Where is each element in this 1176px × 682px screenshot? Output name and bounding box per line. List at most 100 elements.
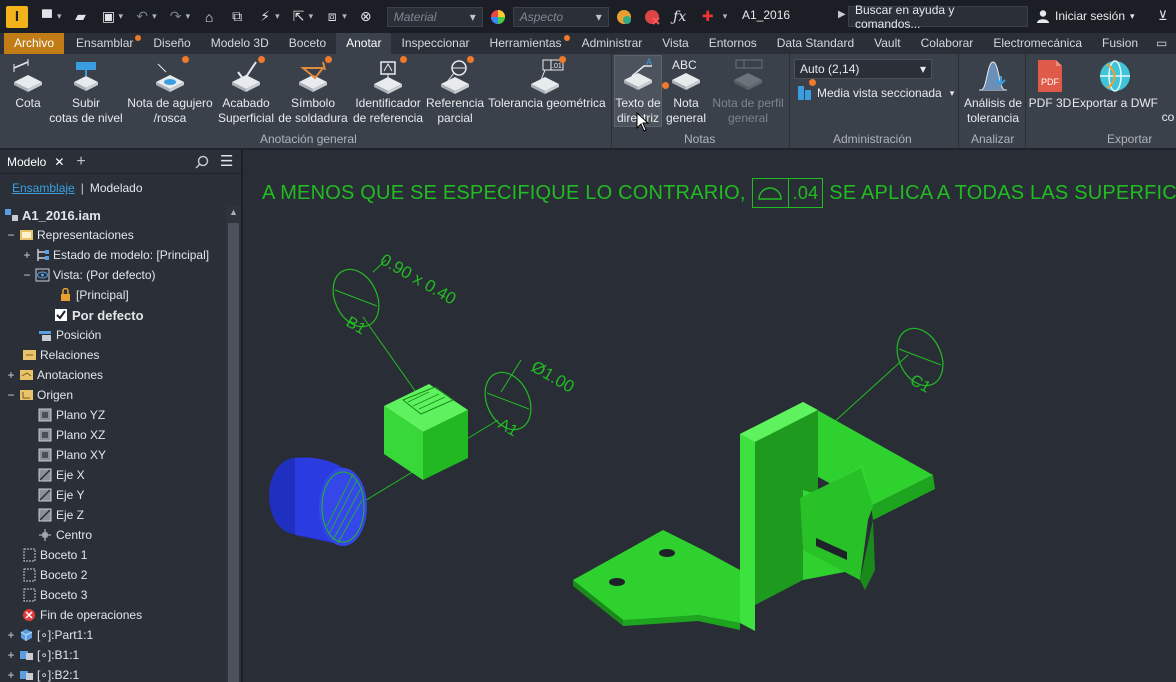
open-folder-icon[interactable]: ▰ — [72, 8, 90, 26]
scroll-up-icon[interactable]: ▲ — [229, 207, 238, 217]
tree-item-posicion[interactable]: Posición — [38, 325, 101, 345]
tab-herramientas[interactable]: Herramientas — [480, 33, 572, 54]
subir-cotas-button[interactable]: Subir cotas de nivel — [48, 56, 124, 126]
tab-diseno[interactable]: Diseño — [143, 33, 200, 54]
referencia-parcial-button[interactable]: Referencia parcial — [426, 56, 484, 126]
tree-item-por-defecto[interactable]: Por defecto — [54, 305, 144, 325]
collapse-icon[interactable]: − — [6, 388, 16, 402]
tree-item-plano-xz[interactable]: Plano XZ — [38, 425, 105, 445]
tree-item-eje-x[interactable]: Eje X — [38, 465, 85, 485]
pdf-3d-button[interactable]: PDF PDF 3D — [1028, 56, 1072, 111]
media-vista-button[interactable]: Media vista seccionada ▾ — [797, 85, 954, 101]
adjust-appearance-icon[interactable] — [615, 8, 633, 26]
simbolo-soldadura-button[interactable]: Símbolo de soldadura — [276, 56, 350, 126]
collapse-icon[interactable]: − — [6, 228, 16, 242]
expand-icon[interactable]: + — [6, 668, 16, 682]
rebuild-icon[interactable]: ⚡ — [256, 8, 274, 26]
tab-administrar[interactable]: Administrar — [572, 33, 653, 54]
tolerancia-geometrica-button[interactable]: .01 Tolerancia geométrica — [486, 56, 608, 111]
datum-target-a1[interactable]: A1 Ø1.00 — [476, 357, 578, 440]
appearance-color-icon[interactable] — [489, 8, 507, 26]
tree-item-eje-y[interactable]: Eje Y — [38, 485, 84, 505]
tab-vault[interactable]: Vault — [864, 33, 910, 54]
collapse-icon[interactable]: − — [22, 268, 32, 282]
tab-archivo[interactable]: Archivo — [4, 33, 65, 54]
select-dropdown-icon[interactable]: ▾ — [309, 11, 314, 22]
exportar-dwf-button[interactable]: Exportar a DWF — [1072, 56, 1158, 111]
acabado-superficial-button[interactable]: Acabado Superficial — [216, 56, 276, 126]
tree-item-vista[interactable]: − Vista: (Por defecto) — [22, 265, 155, 285]
browser-tab-modelo[interactable]: Modelo ✕ — [7, 155, 64, 169]
add-browser-icon[interactable]: + — [76, 153, 85, 171]
redo-icon[interactable]: ↷ — [167, 8, 185, 26]
material-select[interactable]: Material ▾ — [386, 6, 483, 27]
tree-item-eje-z[interactable]: Eje Z — [38, 505, 84, 525]
more-export-button[interactable]: co — [1158, 110, 1176, 125]
identificador-referencia-button[interactable]: Identificador de referencia — [350, 56, 426, 126]
scrollbar-thumb[interactable] — [228, 223, 239, 682]
tree-item-boceto-3[interactable]: Boceto 3 — [22, 585, 87, 605]
tree-item-b2[interactable]: + [∘]:B2:1 — [6, 665, 79, 682]
tab-ensamblar[interactable]: Ensamblar — [66, 33, 143, 54]
search-expand-icon[interactable]: ▶ — [838, 9, 846, 20]
expand-icon[interactable]: + — [22, 248, 32, 262]
expand-icon[interactable]: + — [6, 648, 16, 662]
search-icon[interactable] — [195, 155, 209, 169]
expand-icon[interactable]: + — [6, 368, 16, 382]
tab-colaborar[interactable]: Colaborar — [911, 33, 984, 54]
select-icon[interactable]: ⇱ — [290, 8, 308, 26]
cota-button[interactable]: Cota — [8, 56, 48, 111]
tree-item-b1[interactable]: + [∘]:B1:1 — [6, 645, 79, 665]
tab-modelo-3d[interactable]: Modelo 3D — [201, 33, 279, 54]
checkbox-checked-icon[interactable] — [54, 308, 69, 322]
fx-parameters-icon[interactable]: ƒx — [671, 8, 689, 26]
tree-item-boceto-2[interactable]: Boceto 2 — [22, 565, 87, 585]
datum-target-c1[interactable]: C1 — [888, 321, 951, 397]
cart-icon[interactable]: ⊻ — [1158, 8, 1168, 24]
close-icon[interactable]: ✕ — [54, 155, 64, 169]
tree-item-plano-xy[interactable]: Plano XY — [38, 445, 106, 465]
tab-entornos[interactable]: Entornos — [699, 33, 767, 54]
signin-button[interactable]: Iniciar sesión ▾ — [1036, 9, 1135, 23]
tab-anotar[interactable]: Anotar — [336, 33, 392, 54]
ribbon-options-icon[interactable]: ▭ — [1156, 36, 1167, 50]
tab-boceto[interactable]: Boceto — [279, 33, 336, 54]
expand-icon[interactable]: + — [6, 628, 16, 642]
tree-item-root[interactable]: A1_2016.iam — [4, 205, 101, 225]
tree-item-estado-modelo[interactable]: + Estado de modelo: [Principal] — [22, 245, 209, 265]
redo-dropdown-icon[interactable]: ▾ — [186, 11, 191, 22]
nota-general-button[interactable]: ABC Nota general — [662, 56, 708, 126]
tree-item-plano-yz[interactable]: Plano YZ — [38, 405, 105, 425]
cylinder-part[interactable] — [269, 457, 367, 546]
aspect-select[interactable]: Aspecto ▾ — [512, 6, 609, 27]
tab-fusion[interactable]: Fusion — [1092, 33, 1148, 54]
style-select[interactable]: Auto (2,14) ▾ — [794, 59, 932, 79]
undo-icon[interactable]: ↶ — [133, 8, 151, 26]
tree-item-origen[interactable]: − Origen — [6, 385, 73, 405]
rebuild-dropdown-icon[interactable]: ▾ — [275, 11, 280, 22]
tree-item-anotaciones[interactable]: + Anotaciones — [6, 365, 103, 385]
tab-data-standard[interactable]: Data Standard — [767, 33, 864, 54]
home-icon[interactable]: ⌂ — [200, 8, 218, 26]
tree-scrollbar[interactable]: ▲ — [226, 205, 241, 682]
design-doctor-icon[interactable]: ⊗ — [357, 8, 375, 26]
new-dropdown-icon[interactable]: ▾ — [57, 11, 62, 22]
save-dropdown-icon[interactable]: ▾ — [119, 11, 124, 22]
tree-item-representaciones[interactable]: − Representaciones — [6, 225, 133, 245]
block-part[interactable] — [384, 384, 468, 480]
menu-icon[interactable]: ☰ — [220, 152, 233, 170]
view-modelado[interactable]: Modelado — [90, 181, 143, 195]
customize-qat-icon[interactable]: ▾ — [723, 11, 728, 22]
nota-agujero-button[interactable]: Nota de agujero /rosca — [124, 56, 216, 126]
tab-electromecanica[interactable]: Electromecánica — [983, 33, 1092, 54]
view-ensamblaje[interactable]: Ensamblaje — [12, 181, 75, 195]
clear-appearance-icon[interactable] — [643, 8, 661, 26]
ipart-dropdown-icon[interactable]: ▾ — [342, 11, 347, 22]
analisis-tolerancia-button[interactable]: Análisis de tolerancia — [962, 56, 1024, 126]
tab-inspeccionar[interactable]: Inspeccionar — [391, 33, 479, 54]
tree-item-principal[interactable]: [Principal] — [58, 285, 129, 305]
help-search-input[interactable]: Buscar en ayuda y comandos... — [848, 3, 1028, 31]
tree-item-relaciones[interactable]: Relaciones — [22, 345, 99, 365]
graphics-viewport[interactable]: A MENOS QUE SE ESPECIFIQUE LO CONTRARIO,… — [243, 150, 1176, 682]
bracket-part[interactable] — [573, 402, 935, 631]
